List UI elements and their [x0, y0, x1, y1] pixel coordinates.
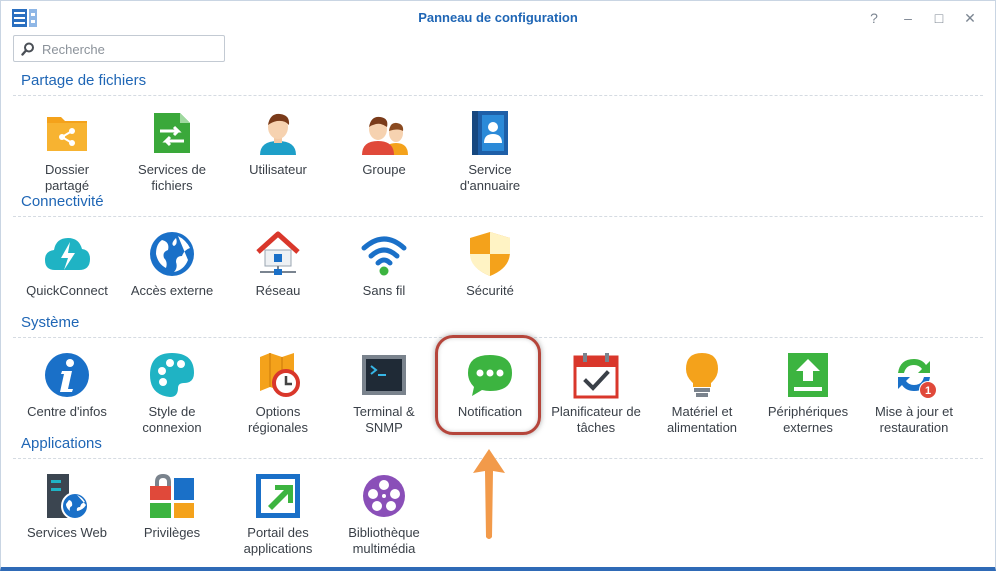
minimize-button[interactable]: – [898, 8, 918, 28]
item-services-web[interactable]: Services Web [14, 472, 120, 541]
lightbulb-icon [686, 353, 718, 397]
globe-icon [150, 232, 194, 276]
item-label-line2: alimentation [666, 420, 738, 435]
item-label-line1: Sans fil [362, 283, 406, 298]
item-label-line2: fichiers [151, 178, 193, 193]
control-panel-window: Panneau de configuration ? – □ ✕ Partage… [0, 0, 996, 571]
item-label-line1: Terminal & [353, 404, 415, 419]
item-label-line1: Bibliothèque [348, 525, 420, 540]
item-label-line2: tâches [576, 420, 616, 435]
item-label-line1: Réseau [255, 283, 301, 298]
section-title-systeme: Système [21, 314, 80, 331]
item-planificateur[interactable]: Planificateur de tâches [543, 351, 649, 436]
item-peripheriques-externes[interactable]: Périphériques externes [755, 351, 861, 436]
item-label-line1: Accès externe [130, 283, 214, 298]
calendar-check-icon [573, 353, 619, 399]
item-services-fichiers[interactable]: Services de fichiers [119, 109, 225, 194]
item-utilisateur[interactable]: Utilisateur [225, 109, 331, 178]
notification-highlight-ring [435, 335, 541, 435]
item-label-line1: Mise à jour et [874, 404, 954, 419]
section-title-connectivite: Connectivité [21, 193, 104, 210]
item-label-line1: Options [255, 404, 301, 419]
item-label-line2: partagé [44, 178, 90, 193]
shield-icon [470, 232, 510, 276]
directory-service-icon [472, 111, 508, 155]
maximize-button[interactable]: □ [929, 8, 949, 28]
item-label-line1: Matériel et [671, 404, 733, 419]
item-dossier-partage[interactable]: Dossier partagé [14, 109, 120, 194]
item-service-annuaire[interactable]: Service d'annuaire [437, 109, 543, 194]
item-label-line2: applications [243, 541, 313, 556]
item-label-line2: SNMP [365, 420, 403, 435]
item-label-line2: externes [783, 420, 833, 435]
item-label-line1: Périphériques [767, 404, 849, 419]
item-label-line1: QuickConnect [26, 283, 108, 298]
help-button[interactable]: ? [864, 8, 884, 28]
section-title-applications: Applications [21, 435, 102, 452]
item-acces-externe[interactable]: Accès externe [119, 230, 225, 299]
group-icon [362, 116, 408, 155]
item-centre-infos[interactable]: Centre d'infos [14, 351, 120, 420]
item-bibliotheque-multimedia[interactable]: Bibliothèque multimédia [331, 472, 437, 557]
item-label-line1: Utilisateur [249, 162, 307, 177]
close-button[interactable]: ✕ [960, 8, 980, 28]
item-mise-a-jour[interactable]: 1 Mise à jour et restauration [861, 351, 967, 436]
section-title-partage: Partage de fichiers [21, 72, 147, 89]
window-title: Panneau de configuration [418, 10, 578, 25]
item-label-line1: Groupe [362, 162, 406, 177]
file-services-icon [154, 113, 190, 153]
item-label-line1: Centre d'infos [27, 404, 107, 419]
item-materiel-alimentation[interactable]: Matériel et alimentation [649, 351, 755, 436]
item-label-line2: restauration [879, 420, 949, 435]
item-label-line2: connexion [142, 420, 202, 435]
user-icon [260, 113, 296, 155]
item-label-line1: Services de [138, 162, 206, 177]
search-box[interactable] [13, 35, 225, 62]
regional-clock-icon [260, 353, 300, 397]
annotation-arrow-icon [473, 449, 505, 539]
item-label-line1: Service [468, 162, 512, 177]
info-icon [45, 353, 89, 397]
item-label-line1: Style de [148, 404, 196, 419]
item-groupe[interactable]: Groupe [331, 109, 437, 178]
item-securite[interactable]: Sécurité [437, 230, 543, 299]
section-divider [13, 95, 983, 96]
item-sans-fil[interactable]: Sans fil [331, 230, 437, 299]
item-quickconnect[interactable]: QuickConnect [14, 230, 120, 299]
item-terminal-snmp[interactable]: Terminal & SNMP [331, 351, 437, 436]
item-label-line1: Sécurité [466, 283, 514, 298]
item-label-line2: régionales [248, 420, 308, 435]
title-bar: Panneau de configuration ? – □ ✕ [1, 1, 995, 34]
upload-device-icon [788, 353, 828, 397]
item-label-line1: Dossier [44, 162, 90, 177]
item-reseau[interactable]: Réseau [225, 230, 331, 299]
item-label-line1: Planificateur de [551, 404, 641, 419]
portal-arrow-icon [256, 474, 300, 518]
web-server-icon [47, 474, 89, 520]
item-style-connexion[interactable]: Style de connexion [119, 351, 225, 436]
wifi-icon [361, 236, 407, 276]
film-reel-icon [363, 475, 405, 517]
privileges-lock-icon [150, 474, 194, 518]
palette-icon [150, 353, 194, 397]
item-options-regionales[interactable]: Options régionales [225, 351, 331, 436]
terminal-icon [362, 355, 406, 395]
item-label-line2: multimédia [352, 541, 416, 556]
item-portail-applications[interactable]: Portail des applications [225, 472, 331, 557]
search-icon [21, 42, 34, 56]
item-label-line1: Privilèges [143, 525, 201, 540]
item-label-line1: Portail des [247, 525, 309, 540]
search-input[interactable] [42, 40, 220, 58]
section-divider [13, 216, 983, 217]
network-house-icon [256, 231, 300, 275]
shared-folder-icon [47, 117, 87, 151]
item-privileges[interactable]: Privilèges [119, 472, 225, 541]
update-badge: 1 [919, 381, 937, 399]
quickconnect-icon [45, 238, 90, 270]
item-label-line2: d'annuaire [459, 178, 521, 193]
item-label-line1: Services Web [27, 525, 107, 540]
